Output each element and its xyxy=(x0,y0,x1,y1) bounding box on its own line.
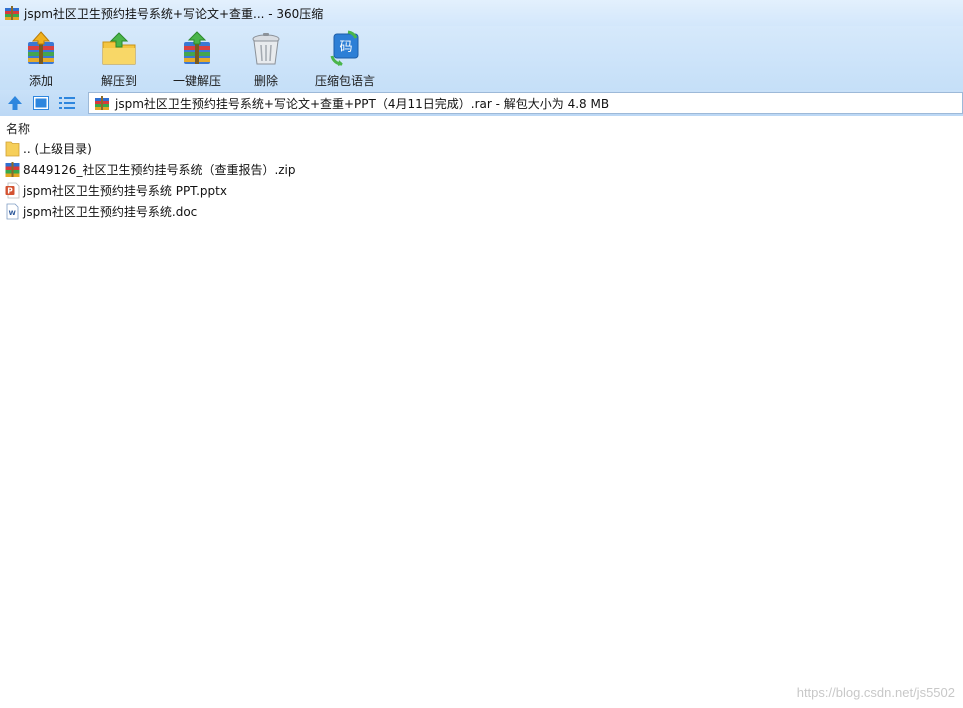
arrow-up-icon xyxy=(8,96,22,110)
app-archive-icon xyxy=(5,6,19,20)
list-item-label: jspm社区卫生预约挂号系统.doc xyxy=(23,205,198,219)
up-level-button[interactable] xyxy=(4,92,26,114)
title-bar: jspm社区卫生预约挂号系统+写论文+查重... - 360压缩 xyxy=(0,0,963,26)
column-header-name[interactable]: 名称 xyxy=(0,118,963,138)
svg-text:W: W xyxy=(9,209,16,217)
doc-file-icon: W xyxy=(6,203,19,220)
file-list: .. (上级目录) 8449126_社区卫生预约挂号系统（查重报告）.zip P… xyxy=(0,138,963,222)
main-toolbar: 添加 解压到 一键解压 删除 码 压缩包语言 xyxy=(0,26,963,90)
thumbnail-view-button[interactable] xyxy=(30,92,52,114)
svg-text:码: 码 xyxy=(339,40,352,55)
list-item-parent-folder[interactable]: .. (上级目录) xyxy=(0,138,963,159)
list-view-button[interactable] xyxy=(56,92,78,114)
window-title: jspm社区卫生预约挂号系统+写论文+查重... - 360压缩 xyxy=(24,6,324,21)
extract-to-button[interactable]: 解压到 xyxy=(97,26,141,90)
one-click-extract-button[interactable]: 一键解压 xyxy=(172,26,222,90)
archive-language-icon: 码 xyxy=(330,30,359,66)
column-header-name-label: 名称 xyxy=(6,121,31,136)
svg-text:P: P xyxy=(7,187,13,196)
delete-label: 删除 xyxy=(253,74,278,88)
archive-language-button[interactable]: 码 压缩包语言 xyxy=(315,26,375,90)
watermark: https://blog.csdn.net/js5502 xyxy=(796,685,955,700)
list-item-doc[interactable]: W jspm社区卫生预约挂号系统.doc xyxy=(0,201,963,222)
list-item-label: .. (上级目录) xyxy=(23,142,92,156)
extract-to-label: 解压到 xyxy=(100,74,137,88)
rar-archive-icon xyxy=(95,96,109,110)
list-view-icon xyxy=(59,97,75,109)
extract-to-icon xyxy=(102,32,136,65)
thumbnail-view-icon xyxy=(33,96,49,110)
list-item-label: jspm社区卫生预约挂号系统 PPT.pptx xyxy=(23,184,227,198)
add-button[interactable]: 添加 xyxy=(20,26,62,90)
pptx-file-icon: P xyxy=(5,182,20,199)
zip-archive-icon xyxy=(5,162,20,177)
one-click-extract-icon xyxy=(184,31,210,64)
delete-icon xyxy=(252,33,280,65)
list-item-pptx[interactable]: P jspm社区卫生预约挂号系统 PPT.pptx xyxy=(0,180,963,201)
address-text: jspm社区卫生预约挂号系统+写论文+查重+PPT（4月11日完成）.rar -… xyxy=(115,96,610,111)
list-item-label: 8449126_社区卫生预约挂号系统（查重报告）.zip xyxy=(23,163,296,177)
one-click-extract-label: 一键解压 xyxy=(172,74,221,88)
add-archive-icon xyxy=(28,31,54,64)
delete-button[interactable]: 删除 xyxy=(247,26,285,90)
archive-language-label: 压缩包语言 xyxy=(315,74,376,88)
add-button-label: 添加 xyxy=(28,74,53,88)
folder-icon xyxy=(5,141,20,157)
address-field[interactable]: jspm社区卫生预约挂号系统+写论文+查重+PPT（4月11日完成）.rar -… xyxy=(88,92,963,114)
navigation-bar: jspm社区卫生预约挂号系统+写论文+查重+PPT（4月11日完成）.rar -… xyxy=(0,90,963,116)
list-item-zip[interactable]: 8449126_社区卫生预约挂号系统（查重报告）.zip xyxy=(0,159,963,180)
